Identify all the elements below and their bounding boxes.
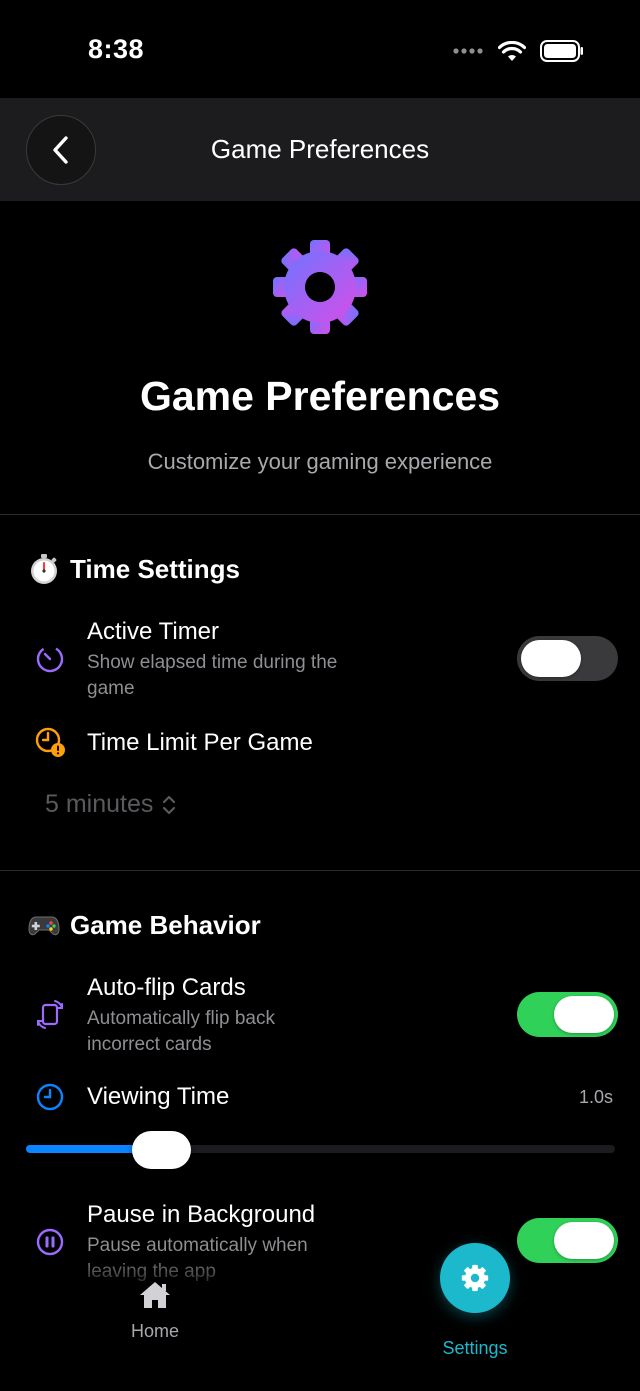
- auto-flip-title: Auto-flip Cards: [87, 974, 246, 1001]
- viewing-time-value: 1.0s: [578, 1087, 613, 1107]
- timer-icon: [36, 645, 64, 673]
- toggle-knob: [554, 1222, 614, 1259]
- page-title: Game Preferences: [139, 373, 501, 419]
- status-icons: [452, 40, 584, 62]
- time-limit-picker[interactable]: 5 minutes: [45, 790, 177, 819]
- tab-settings-label[interactable]: Settings: [420, 1338, 530, 1359]
- toggle-knob: [554, 996, 614, 1033]
- signal-dots-icon: [453, 48, 483, 54]
- clock-alert-icon: [35, 727, 65, 757]
- section-title-time: Time Settings: [28, 553, 240, 585]
- pause-circle-icon: [36, 1228, 64, 1256]
- active-timer-toggle[interactable]: [517, 636, 618, 681]
- viewing-time-title: Viewing Time: [87, 1083, 230, 1110]
- section-title-label: Time Settings: [70, 553, 241, 584]
- active-timer-description: Show elapsed time during the game: [87, 652, 338, 699]
- house-icon: [140, 1282, 170, 1308]
- section-title-behavior: Game Behavior: [28, 909, 261, 941]
- viewing-time-slider-thumb[interactable]: [131, 1131, 191, 1169]
- page-subtitle: Customize your gaming experience: [147, 449, 493, 474]
- auto-flip-toggle[interactable]: [517, 992, 618, 1037]
- gear-icon: [461, 1264, 489, 1292]
- rotate-device-icon: [37, 1000, 63, 1029]
- viewing-time-slider-track[interactable]: [26, 1145, 615, 1153]
- battery-icon: [540, 40, 583, 62]
- tab-settings-button[interactable]: [440, 1243, 510, 1313]
- pause-background-toggle[interactable]: [517, 1218, 618, 1263]
- status-time: 8:38: [88, 34, 145, 64]
- toggle-knob: [521, 640, 581, 677]
- active-timer-title: Active Timer: [87, 618, 220, 645]
- time-limit-title: Time Limit Per Game: [87, 729, 313, 756]
- hero-header: Game Preferences Customize your gaming e…: [0, 201, 640, 514]
- tab-home[interactable]: Home: [110, 1280, 200, 1342]
- wifi-icon: [498, 40, 526, 61]
- navigation-bar: Game Preferences: [0, 98, 640, 201]
- stopwatch-icon: [31, 554, 57, 584]
- pause-background-description: Pause automatically when leaving the app: [87, 1233, 347, 1285]
- auto-flip-description: Automatically flip back incorrect cards: [87, 1008, 275, 1055]
- divider: [0, 514, 640, 515]
- section-title-label: Game Behavior: [70, 909, 261, 940]
- nav-title: Game Preferences: [210, 134, 430, 164]
- divider: [0, 870, 640, 871]
- pause-background-title: Pause in Background: [87, 1201, 316, 1228]
- gear-icon: [273, 240, 367, 334]
- chevron-up-down-icon: [163, 795, 176, 814]
- status-bar: 8:38: [0, 0, 640, 98]
- gamepad-icon: [28, 916, 60, 936]
- clock-icon: [36, 1083, 64, 1111]
- tab-home-label: Home: [130, 1321, 179, 1341]
- time-limit-value: 5 minutes: [45, 790, 154, 818]
